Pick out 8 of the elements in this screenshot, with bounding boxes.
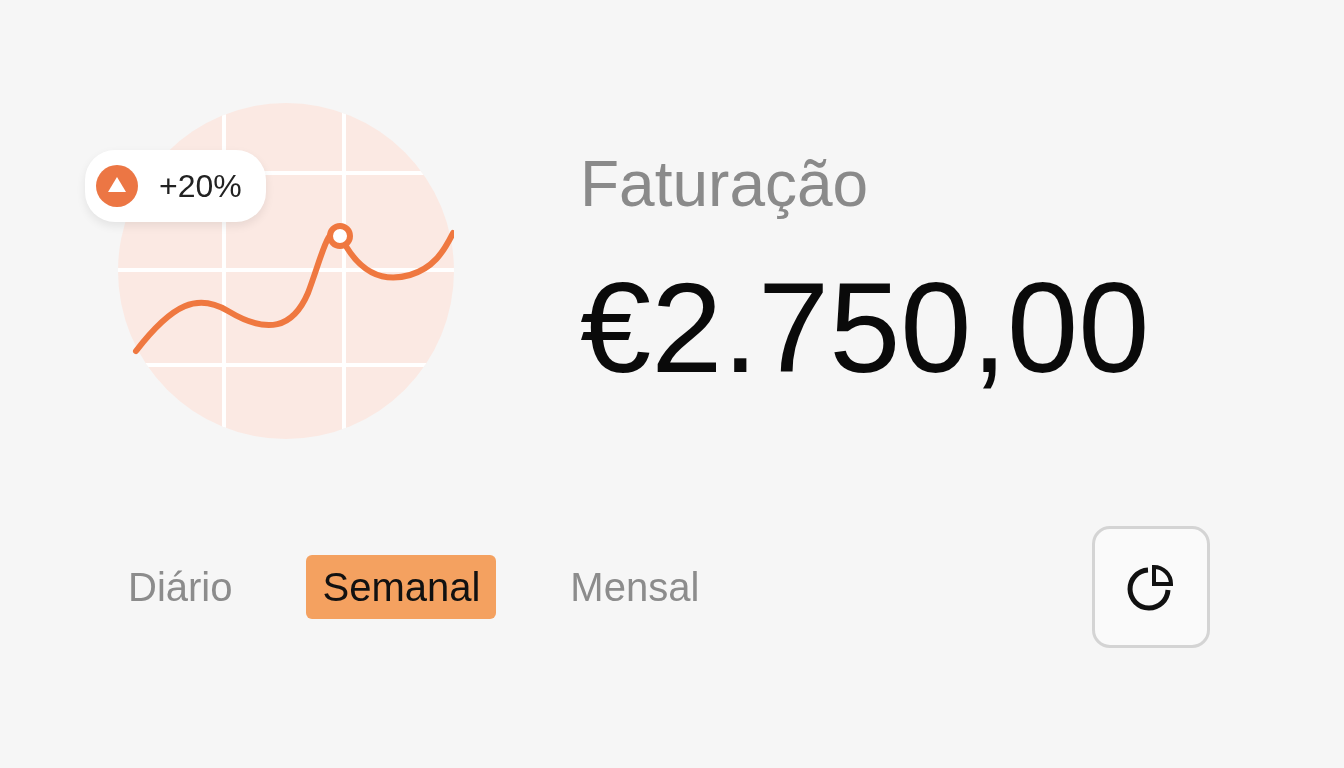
period-tab[interactable]: Diário: [112, 555, 249, 619]
data-point-marker: [327, 223, 353, 249]
period-tab[interactable]: Mensal: [554, 555, 716, 619]
trend-percentage: +20%: [159, 167, 242, 206]
revenue-amount: €2.750,00: [580, 264, 1150, 392]
pie-chart-icon: [1126, 562, 1176, 612]
period-tab[interactable]: Semanal: [306, 555, 497, 619]
chart-type-button[interactable]: [1092, 526, 1210, 648]
